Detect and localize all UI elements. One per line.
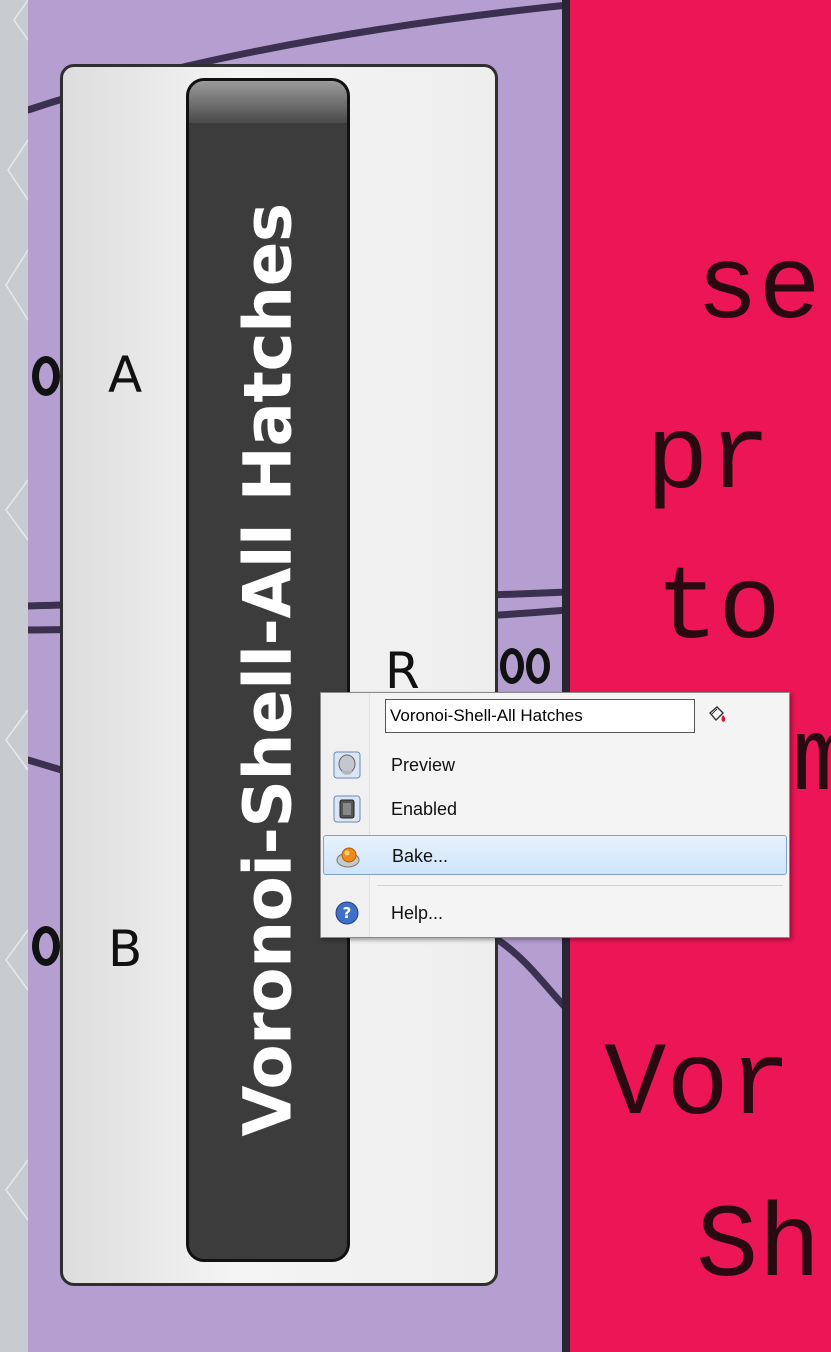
note-line: m	[792, 703, 831, 821]
menu-separator	[377, 885, 783, 886]
component-title-capsule[interactable]: Voronoi-Shell-All Hatches	[186, 78, 350, 1262]
input-grip-a[interactable]	[32, 356, 60, 396]
input-label-a: A	[108, 346, 143, 404]
menu-item-enabled[interactable]: Enabled	[323, 789, 787, 829]
note-line: Sh	[696, 1189, 821, 1307]
input-grip-b[interactable]	[32, 926, 60, 966]
context-menu[interactable]: Preview Enabled Bake... ?	[320, 692, 790, 938]
menu-item-label: Bake...	[392, 846, 449, 866]
output-grip-r-2[interactable]	[526, 648, 550, 684]
enabled-icon	[333, 795, 361, 823]
note-line: to	[656, 551, 781, 669]
output-grip-r[interactable]	[500, 648, 524, 684]
menu-item-bake[interactable]: Bake...	[323, 835, 787, 875]
menu-item-help[interactable]: ? Help...	[323, 893, 787, 933]
menu-item-label: Enabled	[391, 799, 458, 819]
menu-item-label: Preview	[391, 755, 456, 775]
capsule-gloss	[189, 81, 347, 123]
note-panel[interactable]: se pr to m Vor Sh	[570, 0, 831, 1352]
paint-bucket-icon[interactable]	[707, 705, 729, 730]
menu-item-preview[interactable]: Preview	[323, 745, 787, 785]
left-strip	[0, 0, 28, 1352]
help-icon: ?	[333, 899, 361, 927]
note-line: Vor	[604, 1027, 792, 1145]
note-line: se	[696, 231, 821, 349]
preview-icon	[333, 751, 361, 779]
note-line: pr	[646, 401, 771, 519]
bake-icon	[334, 842, 362, 870]
hex-pattern	[5, 0, 28, 1221]
menu-item-label: Help...	[391, 903, 444, 923]
input-label-b: B	[108, 920, 143, 978]
component-name-input[interactable]	[385, 699, 695, 733]
component-title: Voronoi-Shell-All Hatches	[229, 203, 307, 1137]
panel-divider	[562, 0, 570, 1352]
svg-text:?: ?	[343, 904, 352, 922]
